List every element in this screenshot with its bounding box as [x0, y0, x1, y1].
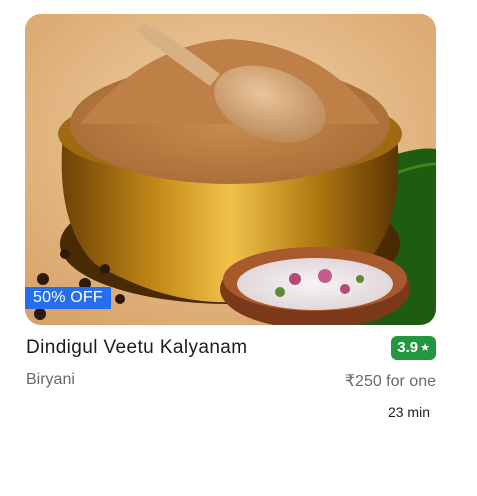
delivery-time: 23 min [387, 404, 430, 420]
restaurant-photo[interactable]: 50% OFF [25, 14, 436, 325]
rating-value: 3.9 [397, 339, 419, 356]
rating-badge: 3.9 ★ [391, 336, 436, 360]
restaurant-card[interactable]: 50% OFF Dindigul Veetu Kalyanam 3.9 ★ Bi… [25, 14, 436, 420]
biryani-image [25, 14, 436, 325]
restaurant-name[interactable]: Dindigul Veetu Kalyanam [26, 337, 248, 359]
cuisine-label: Biryani [26, 371, 75, 388]
star-icon: ★ [420, 342, 430, 354]
offer-badge: 50% OFF [25, 287, 111, 309]
price-for-one: ₹250 for one [344, 373, 436, 390]
